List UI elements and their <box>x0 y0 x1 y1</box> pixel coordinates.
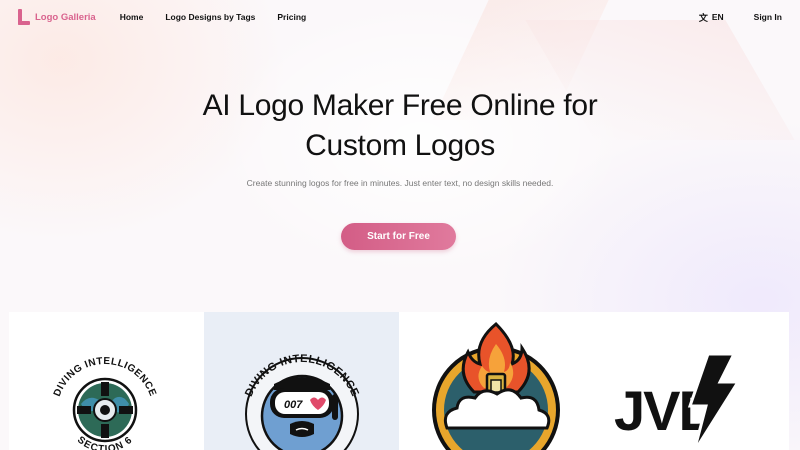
jvd-lightning-logo: JVD <box>614 352 741 450</box>
nav-item-home[interactable]: Home <box>120 12 144 22</box>
nav-item-pricing[interactable]: Pricing <box>277 12 306 22</box>
brand-name: Logo Galleria <box>35 11 96 23</box>
top-nav: Logo Galleria Home Logo Designs by Tags … <box>0 0 800 34</box>
brand-logo[interactable]: Logo Galleria <box>18 9 96 25</box>
fire-canister-logo <box>432 321 560 450</box>
page-title: AI Logo Maker Free Online for Custom Log… <box>150 86 650 166</box>
gallery-card-2[interactable]: DIVING INTELLIGENCE 007 <box>204 312 399 450</box>
sign-in-link[interactable]: Sign In <box>754 12 782 22</box>
diving-intelligence-mask-logo: DIVING INTELLIGENCE 007 <box>243 353 361 450</box>
gallery-card-1[interactable]: DIVING INTELLIGENCE SECTION 6 <box>9 312 204 450</box>
gallery-card-3[interactable] <box>399 312 594 450</box>
diving-intelligence-logo: DIVING INTELLIGENCE SECTION 6 <box>52 356 158 450</box>
title-line-2: Custom Logos <box>305 129 495 162</box>
nav-item-tags[interactable]: Logo Designs by Tags <box>165 12 255 22</box>
hero-subtitle: Create stunning logos for free in minute… <box>246 178 554 188</box>
gallery-card-4[interactable]: JVD <box>594 312 789 450</box>
card2-badge-text: 007 <box>284 399 303 411</box>
start-for-free-button[interactable]: Start for Free <box>341 223 456 250</box>
logo-gallery: DIVING INTELLIGENCE SECTION 6 DIVING INT… <box>9 312 789 450</box>
main-nav: Home Logo Designs by Tags Pricing <box>120 12 306 22</box>
translate-icon: 文 <box>698 12 708 23</box>
brand-mark-icon <box>18 9 30 25</box>
language-label: EN <box>711 12 724 22</box>
header-actions: 文 EN Sign In <box>699 11 782 24</box>
title-line-1: AI Logo Maker Free Online for <box>202 89 598 122</box>
language-selector[interactable]: 文 EN <box>699 11 724 24</box>
